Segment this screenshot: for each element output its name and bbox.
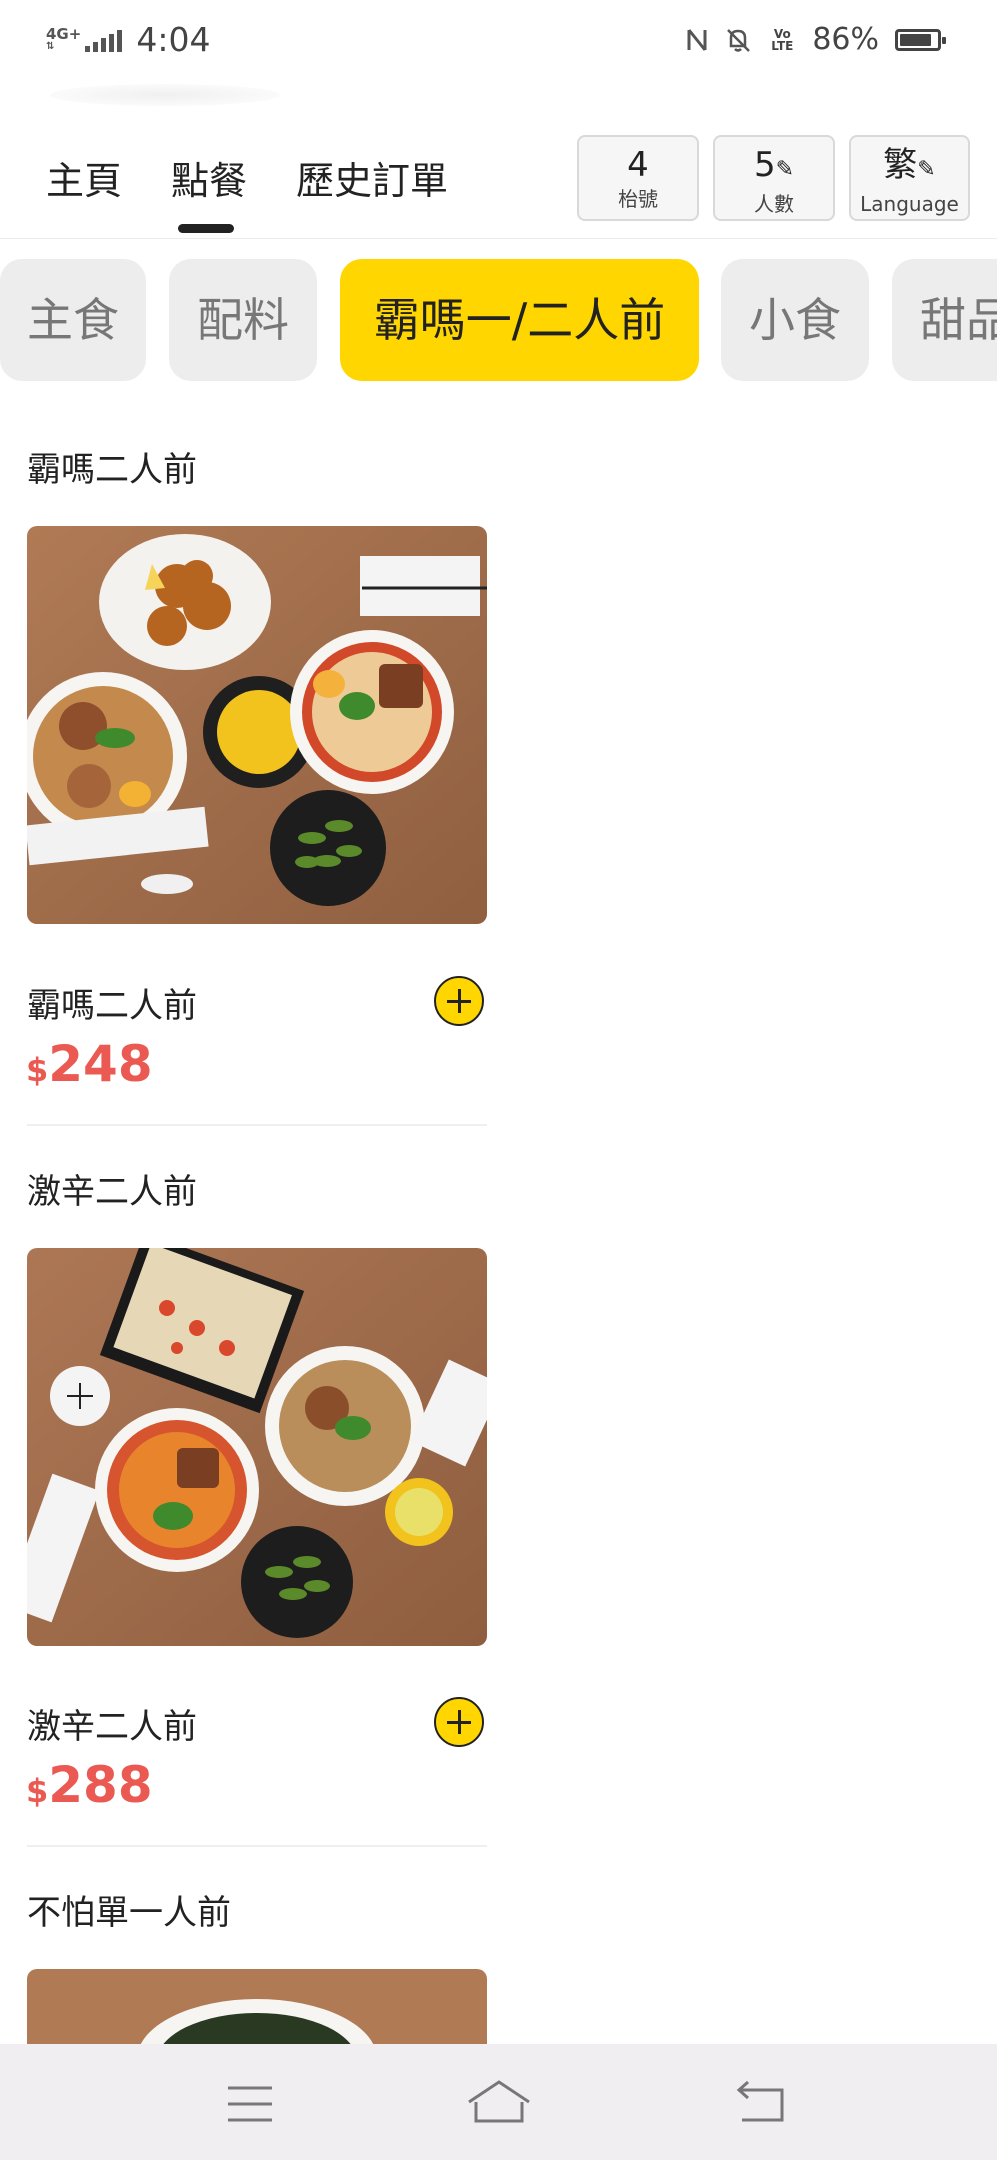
food-image[interactable] (27, 1969, 487, 2044)
item-price: $288 (26, 1756, 153, 1814)
category-chip-toppings[interactable]: 配料 (169, 259, 317, 381)
mute-bell-icon (727, 28, 751, 52)
status-bar: 4G+ ⇅ 4:04 Vo LTE 86% (0, 0, 997, 80)
item-name: 霸嗎二人前 (27, 986, 197, 1026)
people-count-button[interactable]: 5✎ 人數 (713, 135, 835, 221)
volte-label: Vo LTE (771, 26, 794, 53)
people-count-label: 人數 (754, 192, 794, 216)
food-image[interactable] (27, 1248, 487, 1646)
table-number: 4 (627, 145, 649, 185)
item-price: $248 (26, 1035, 153, 1093)
section-title: 霸嗎二人前 (27, 450, 197, 490)
food-image[interactable] (27, 526, 487, 924)
table-number-label: 枱號 (618, 187, 658, 211)
clock: 4:04 (136, 20, 211, 59)
data-arrows-icon: ⇅ (46, 41, 56, 52)
tab-home[interactable]: 主頁 (46, 150, 122, 205)
people-count: 5 (753, 145, 776, 185)
status-right: Vo LTE 86% (686, 22, 946, 57)
status-left: 4G+ ⇅ 4:04 (46, 20, 210, 59)
battery-percent: 86% (812, 22, 879, 57)
item-name: 激辛二人前 (27, 1707, 197, 1747)
add-to-cart-button[interactable] (434, 1697, 484, 1747)
category-bar[interactable]: 主食 配料 霸嗎一/二人前 小食 甜品 (0, 259, 997, 383)
item-divider (27, 1845, 487, 1847)
pencil-icon: ✎ (917, 157, 936, 182)
language-label: Language (860, 192, 959, 216)
network-indicator: 4G+ ⇅ (46, 25, 123, 52)
category-chip-main[interactable]: 主食 (0, 259, 146, 381)
system-nav-bar (0, 2044, 997, 2160)
language-button[interactable]: 繁✎ Language (849, 135, 970, 221)
back-icon[interactable] (734, 2080, 788, 2124)
currency-symbol: $ (26, 1051, 49, 1089)
item-divider (27, 1124, 487, 1126)
add-to-cart-button[interactable] (434, 976, 484, 1026)
nfc-icon (687, 28, 707, 51)
language-value: 繁 (883, 145, 918, 185)
pencil-icon: ✎ (775, 157, 795, 182)
menu-icon[interactable] (226, 2084, 274, 2124)
section-title: 不怕單一人前 (27, 1893, 231, 1933)
tab-order-history[interactable]: 歷史訂單 (296, 150, 448, 205)
header-shadow (50, 84, 280, 106)
price-value: 288 (48, 1756, 153, 1814)
category-chip-snacks[interactable]: 小食 (721, 259, 869, 381)
currency-symbol: $ (26, 1772, 49, 1810)
battery-icon (895, 28, 946, 51)
top-nav: 主頁 點餐 歷史訂單 4 枱號 5✎ 人數 繁✎ Language (0, 120, 997, 239)
section-title: 激辛二人前 (27, 1172, 197, 1212)
category-chip-sets[interactable]: 霸嗎一/二人前 (340, 259, 699, 381)
tab-order[interactable]: 點餐 (171, 150, 247, 205)
volte-icon: Vo LTE (768, 28, 796, 52)
category-chip-dessert[interactable]: 甜品 (892, 259, 997, 381)
price-value: 248 (48, 1035, 153, 1093)
home-icon[interactable] (466, 2078, 532, 2124)
signal-icon (85, 30, 123, 52)
tab-active-indicator (178, 224, 234, 233)
table-number-box[interactable]: 4 枱號 (577, 135, 699, 221)
battery-fill (900, 33, 931, 46)
network-type: 4G+ (46, 25, 82, 43)
